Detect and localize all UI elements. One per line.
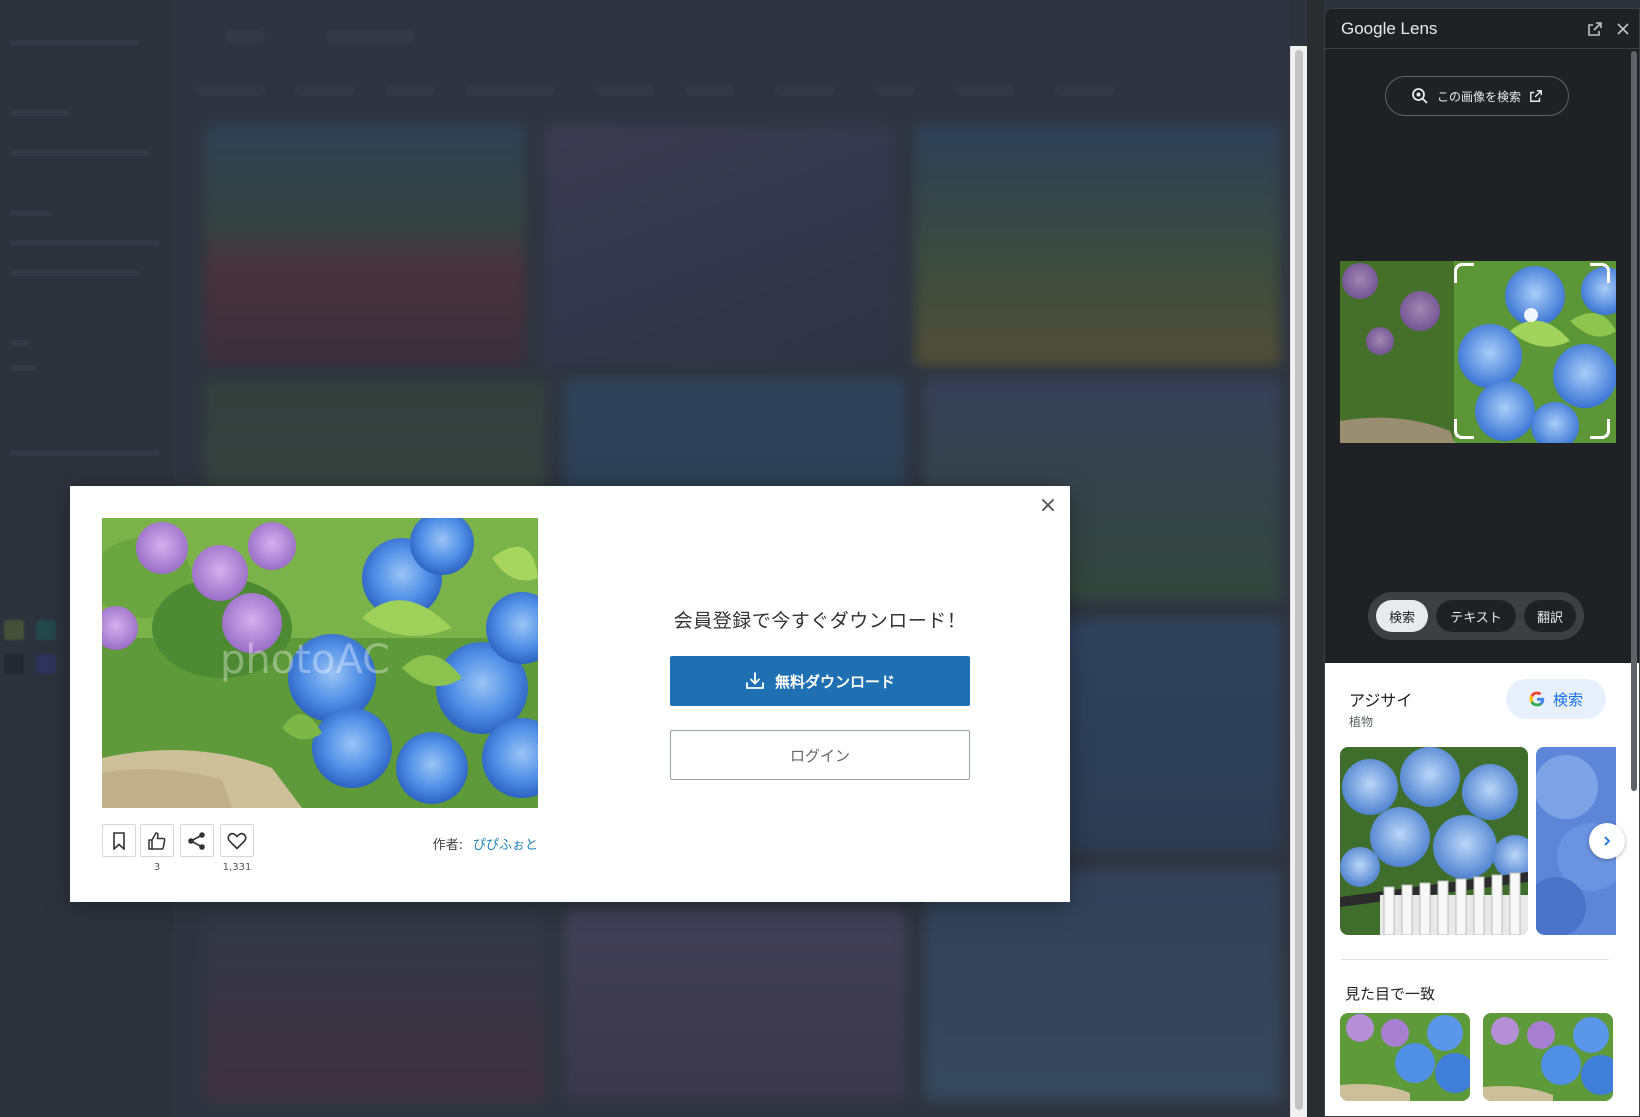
entity-category: 植物 — [1349, 715, 1374, 729]
favorite-count: 1,331 — [222, 862, 252, 873]
side-panel-divider[interactable] — [1307, 0, 1324, 1117]
mode-translate-tab[interactable]: 翻訳 — [1524, 600, 1576, 632]
google-search-button[interactable]: 検索 — [1506, 679, 1606, 719]
share-icon — [188, 831, 205, 850]
search-this-image-label: この画像を検索 — [1436, 89, 1521, 104]
carousel-next-button[interactable] — [1589, 823, 1625, 859]
login-label: ログイン — [789, 746, 850, 765]
image-actions: 3 1,331 作者: ぴぴふぉと — [102, 824, 538, 874]
google-g-icon — [1529, 691, 1545, 707]
close-icon[interactable] — [1613, 19, 1633, 39]
visual-matches-heading: 見た目で一致 — [1345, 985, 1436, 1003]
lens-selection-box[interactable] — [1454, 263, 1610, 439]
lens-source-image — [1340, 261, 1616, 443]
section-divider — [1341, 959, 1609, 960]
result-image-hydrangea-fence[interactable] — [1340, 747, 1528, 935]
chevron-right-icon — [1604, 836, 1611, 846]
lens-header: Google Lens — [1325, 9, 1639, 49]
share-button[interactable] — [180, 824, 214, 857]
like-button[interactable] — [140, 824, 174, 857]
hydrangea-preview-image: photoAC — [102, 518, 538, 808]
author-label: 作者: — [432, 838, 463, 853]
download-modal: photoAC 3 1,331 作者: ぴぴふぉと × 会員登録で今すぐダウンロ… — [70, 486, 1070, 902]
google-search-label: 検索 — [1552, 690, 1583, 709]
visual-match-1[interactable] — [1340, 1013, 1470, 1101]
lens-search-icon — [1412, 88, 1428, 104]
author-info: 作者: ぴぴふぉと — [433, 834, 538, 853]
heart-icon — [227, 832, 247, 849]
bookmark-icon — [113, 831, 125, 850]
search-this-image-button[interactable]: この画像を検索 — [1385, 76, 1569, 116]
modal-cta-panel: × 会員登録で今すぐダウンロード！ 無料ダウンロード ログイン — [570, 486, 1070, 902]
free-download-button[interactable]: 無料ダウンロード — [670, 656, 970, 706]
mode-search-tab[interactable]: 検索 — [1376, 600, 1428, 632]
google-lens-panel: Google Lens この画像を検索 検索 テキスト 翻訳 アジサイ 植物 検… — [1324, 8, 1640, 1117]
lens-panel-scrollbar[interactable] — [1631, 51, 1637, 791]
close-icon[interactable]: × — [1036, 494, 1060, 518]
open-in-new-icon — [1530, 90, 1542, 102]
thumbs-up-icon — [148, 831, 166, 850]
free-download-label: 無料ダウンロード — [774, 672, 895, 691]
lens-results: アジサイ 植物 検索 見た目で一致 — [1325, 663, 1639, 1116]
bookmark-button[interactable] — [102, 824, 136, 857]
lens-focus-dot[interactable] — [1524, 308, 1538, 322]
lens-mode-switcher: 検索 テキスト 翻訳 — [1368, 592, 1584, 640]
lens-title: Google Lens — [1341, 19, 1438, 38]
watermark-text: photoAC — [220, 637, 390, 683]
page-scrollbar[interactable] — [1290, 46, 1307, 1117]
favorite-button[interactable] — [220, 824, 254, 857]
visual-match-2[interactable] — [1483, 1013, 1613, 1101]
open-in-new-icon[interactable] — [1585, 19, 1605, 39]
page-scrollbar-thumb[interactable] — [1295, 50, 1303, 1110]
login-button[interactable]: ログイン — [670, 730, 970, 780]
like-count: 3 — [153, 862, 161, 873]
signup-heading: 会員登録で今すぐダウンロード！ — [673, 610, 967, 632]
download-icon — [746, 672, 764, 689]
modal-preview-panel: photoAC 3 1,331 作者: ぴぴふぉと — [70, 486, 570, 902]
mode-text-tab[interactable]: テキスト — [1436, 600, 1516, 632]
entity-name: アジサイ — [1349, 691, 1413, 710]
author-link[interactable]: ぴぴふぉと — [473, 838, 538, 853]
